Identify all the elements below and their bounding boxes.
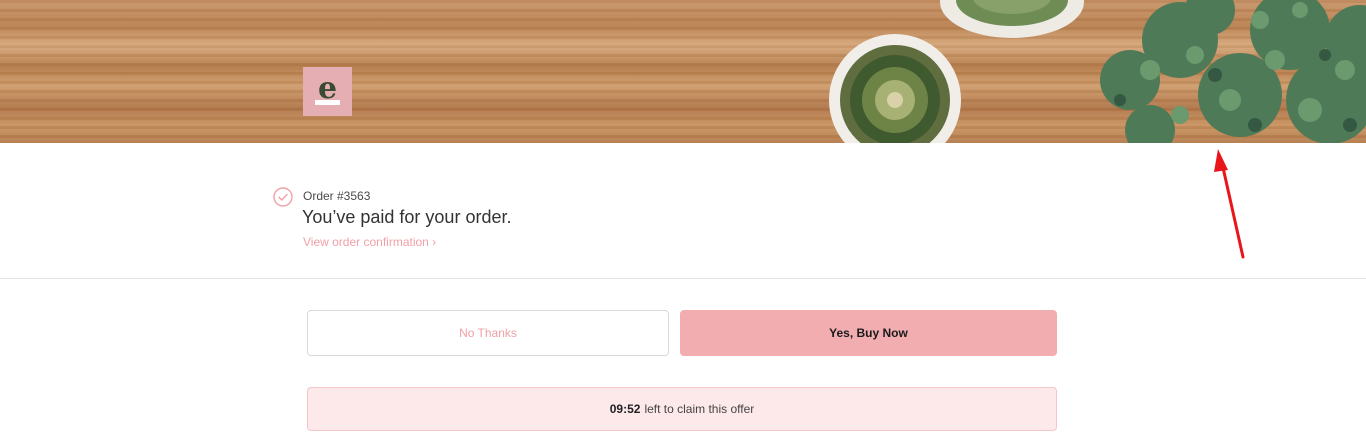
view-order-confirmation-link[interactable]: View order confirmation ›	[303, 235, 436, 249]
header-banner	[0, 0, 1366, 143]
logo-icon: e	[315, 71, 340, 106]
timer-value: 09:52	[609, 402, 641, 416]
order-number: Order #3563	[303, 189, 371, 203]
section-divider	[0, 278, 1366, 279]
yes-buy-now-button[interactable]: Yes, Buy Now	[680, 310, 1057, 356]
plants-photo	[829, 0, 1366, 143]
no-thanks-button[interactable]: No Thanks	[307, 310, 669, 356]
offer-timer: 09:52 left to claim this offer	[307, 387, 1057, 431]
store-logo[interactable]: e	[303, 67, 352, 116]
check-circle-icon	[273, 187, 293, 207]
page-title: You’ve paid for your order.	[302, 207, 512, 227]
timer-text: left to claim this offer	[644, 402, 755, 416]
